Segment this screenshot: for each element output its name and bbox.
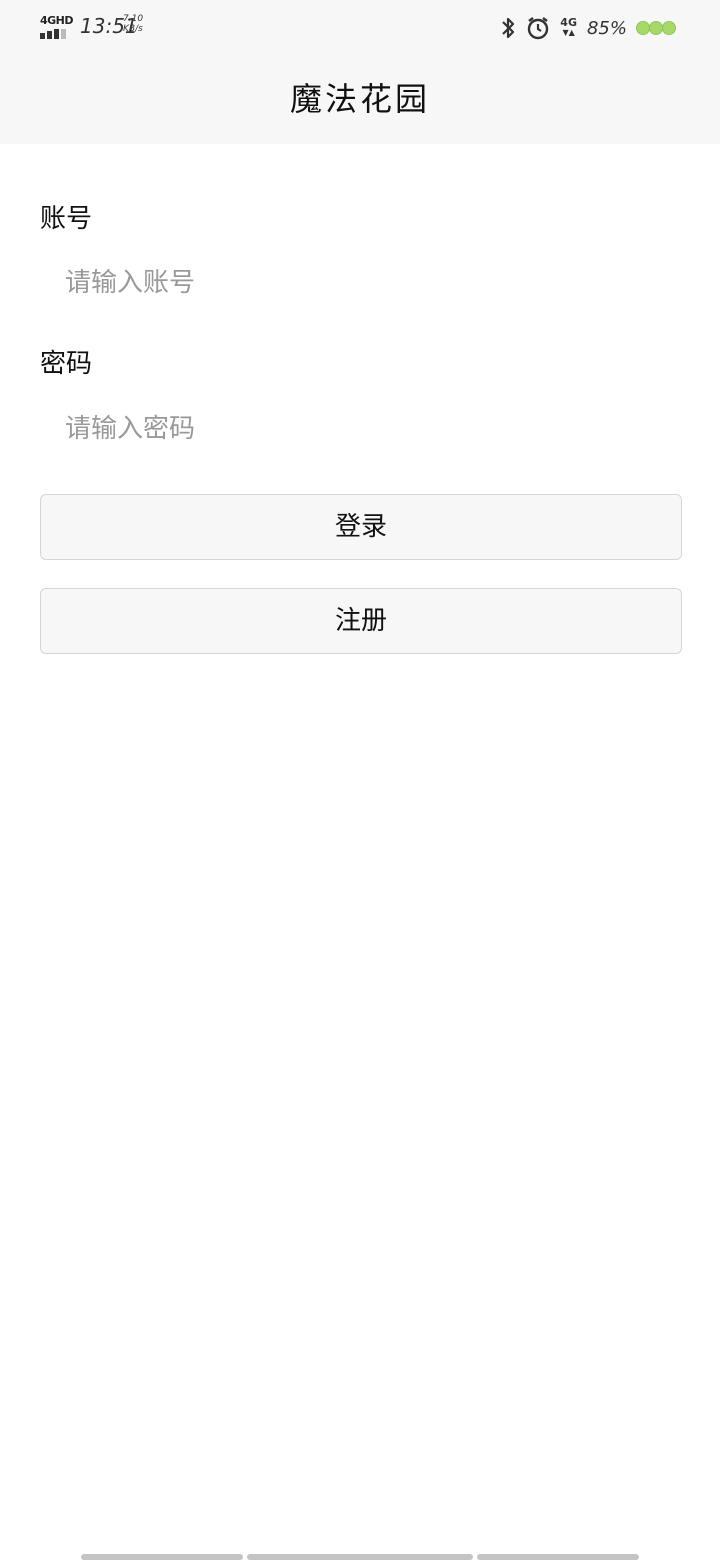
nav-gesture-bar-right[interactable] (477, 1554, 639, 1560)
status-bar: 4GHD 13:51 7.10 KB/s 4G ▼▲ 85% (0, 0, 720, 56)
network-speed-value: 7.10 (123, 14, 144, 24)
account-input[interactable] (40, 253, 680, 313)
mobile-data: 4G ▼▲ (560, 16, 577, 38)
network-type: 4GHD (40, 14, 74, 27)
password-label: 密码 (40, 349, 93, 379)
app-bar: 4GHD 13:51 7.10 KB/s 4G ▼▲ 85% 魔法花园 (0, 0, 720, 144)
password-input[interactable] (40, 399, 680, 459)
signal-bars-icon (40, 29, 74, 39)
nav-gesture-bar-left[interactable] (81, 1554, 243, 1560)
data-arrows-icon: ▼▲ (562, 28, 575, 37)
network-speed: 7.10 KB/s (123, 14, 153, 34)
status-right: 4G ▼▲ 85% (490, 14, 676, 42)
nav-gesture-bar-center[interactable] (247, 1554, 473, 1560)
register-button[interactable]: 注册 (40, 588, 682, 654)
network-speed-unit: KB/s (123, 24, 143, 34)
login-screen: 4GHD 13:51 7.10 KB/s 4G ▼▲ 85% 魔法花园 账号 请… (0, 0, 720, 1560)
alarm-icon (526, 16, 550, 40)
battery-icon (636, 21, 676, 35)
login-button[interactable]: 登录 (40, 494, 682, 560)
mobile-data-type: 4G (560, 16, 577, 29)
account-label: 账号 (40, 204, 93, 234)
page-title: 魔法花园 (289, 80, 430, 118)
bluetooth-icon (500, 15, 516, 41)
battery-percent: 85% (586, 17, 627, 39)
cellular-signal: 4GHD (40, 14, 74, 40)
